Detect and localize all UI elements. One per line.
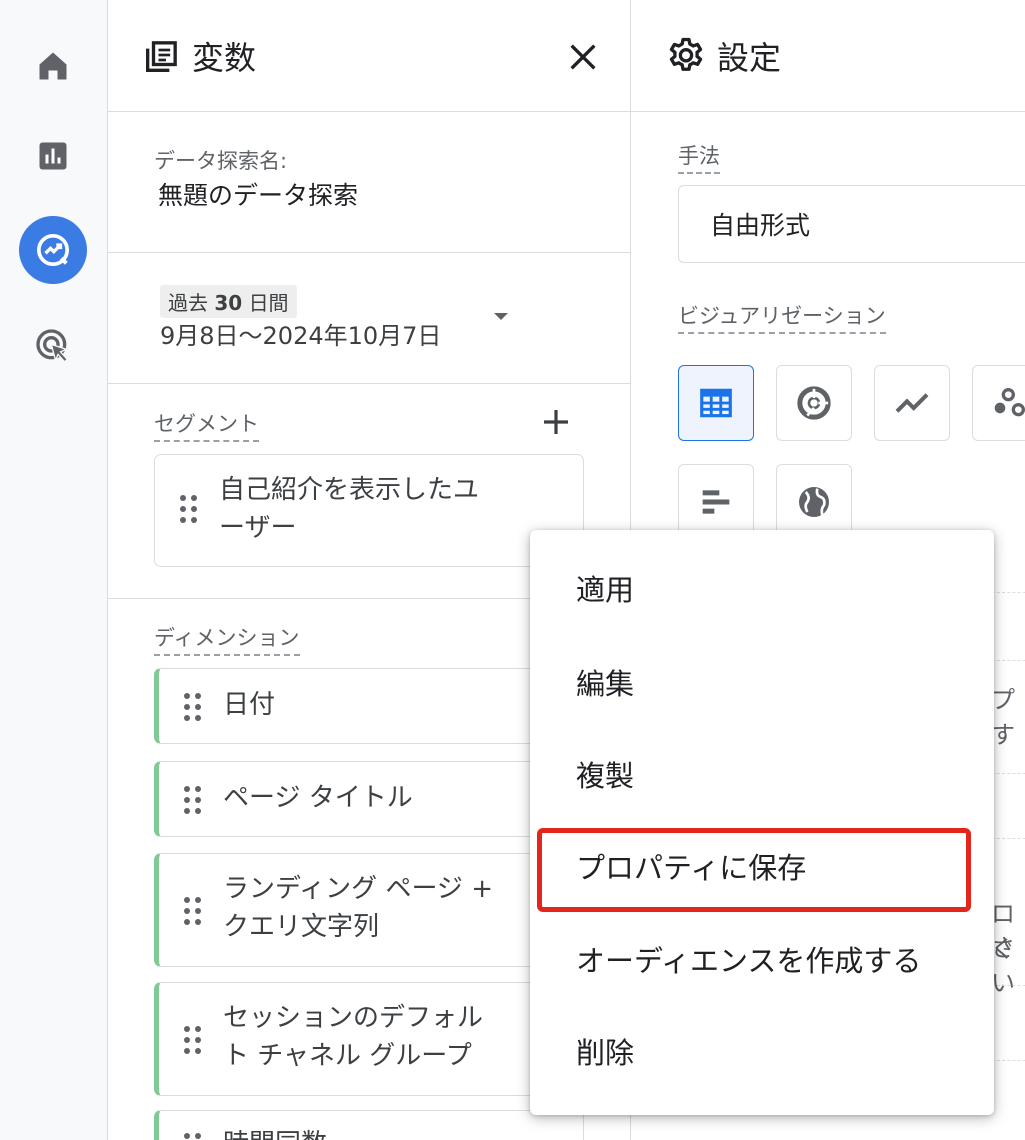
gear-icon xyxy=(669,37,703,71)
technique-select[interactable]: 自由形式 xyxy=(678,185,1025,263)
dimension-name: ランディング ページ + クエリ文字列 xyxy=(223,874,493,942)
segments-label: セグメント xyxy=(154,408,259,442)
dimension-item[interactable]: ページ タイトル xyxy=(154,761,584,837)
variables-header: 変数 xyxy=(108,0,630,112)
variables-title: 変数 xyxy=(192,39,257,77)
bar-chart-icon xyxy=(702,490,730,514)
divider xyxy=(108,252,630,253)
viz-scatter-button[interactable] xyxy=(972,365,1025,441)
nav-reports-button[interactable] xyxy=(19,122,87,190)
viz-table-button[interactable] xyxy=(678,365,754,441)
segment-context-menu: 適用 編集 複製 プロパティに保存 オーディエンスを作成する 削除 xyxy=(530,530,994,1115)
left-nav-rail xyxy=(0,0,108,1140)
drag-handle-icon[interactable] xyxy=(184,897,202,925)
menu-item-edit[interactable]: 編集 xyxy=(530,636,994,728)
date-preset-suffix: 日間 xyxy=(248,291,289,315)
viz-line-button[interactable] xyxy=(874,365,950,441)
dimension-name: ページ タイトル xyxy=(223,783,413,813)
add-segment-icon[interactable] xyxy=(540,406,572,438)
settings-title: 設定 xyxy=(717,39,782,77)
drag-handle-icon[interactable] xyxy=(184,693,202,721)
geo-map-icon xyxy=(799,487,829,517)
menu-item-create-audience[interactable]: オーディエンスを作成する xyxy=(530,913,994,1005)
app-root: 変数 データ探索名: 無題のデータ探索 過去 30 日間 9月8日～2024年1… xyxy=(0,0,1025,1140)
clipped-text: プす xyxy=(991,686,1015,749)
variables-icon xyxy=(146,41,177,72)
menu-item-delete[interactable]: 削除 xyxy=(530,1005,994,1097)
exploration-name-label: データ探索名: xyxy=(154,149,288,173)
donut-chart-icon xyxy=(797,386,831,420)
dimension-item[interactable]: セッションのデフォル ト チャネル グループ xyxy=(154,982,584,1096)
divider xyxy=(108,383,630,384)
viz-donut-button[interactable] xyxy=(776,365,852,441)
close-icon[interactable] xyxy=(566,40,600,74)
dimension-name: セッションのデフォル ト チャネル グループ xyxy=(223,1003,484,1071)
advertising-icon xyxy=(36,329,69,363)
date-preset-chip: 過去 30 日間 xyxy=(160,285,297,318)
dimension-item[interactable]: 日付 xyxy=(154,668,584,744)
drag-handle-icon[interactable] xyxy=(184,1133,202,1140)
viz-geo-button[interactable] xyxy=(776,464,852,540)
dimension-item[interactable]: ランディング ページ + クエリ文字列 xyxy=(154,853,584,967)
reports-icon xyxy=(39,142,67,170)
settings-header: 設定 xyxy=(631,0,1025,112)
visualization-label: ビジュアリゼーション xyxy=(678,300,886,334)
exploration-name[interactable]: 無題のデータ探索 xyxy=(158,176,358,212)
dimension-name: 日付 xyxy=(223,690,276,720)
dimension-name: 時間同数 xyxy=(223,1125,327,1140)
home-icon xyxy=(39,52,67,80)
nav-advertising-button[interactable] xyxy=(19,312,87,380)
menu-item-apply[interactable]: 適用 xyxy=(530,542,994,634)
date-preset-prefix: 過去 xyxy=(168,291,208,315)
explore-icon xyxy=(37,234,69,266)
drag-handle-icon[interactable] xyxy=(184,786,202,814)
date-preset-number: 30 xyxy=(214,291,243,315)
highlight-box xyxy=(537,828,971,912)
drag-handle-icon[interactable] xyxy=(184,1026,202,1054)
segment-name: 自己紹介を表示したユ ーザー xyxy=(219,475,480,543)
technique-value: 自由形式 xyxy=(710,211,811,240)
menu-item-duplicate[interactable]: 複製 xyxy=(530,728,994,820)
segment-card[interactable]: 自己紹介を表示したユ ーザー xyxy=(154,454,584,567)
nav-home-button[interactable] xyxy=(19,32,87,100)
dropdown-arrow-icon[interactable] xyxy=(491,310,511,324)
drag-handle-icon[interactable] xyxy=(180,495,198,523)
table-icon xyxy=(700,388,732,418)
scatter-icon xyxy=(994,388,1025,417)
technique-label: 手法 xyxy=(678,140,720,174)
viz-bar-button[interactable] xyxy=(678,464,754,540)
clipped-text: さい xyxy=(991,934,1015,997)
dimensions-label: ディメンション xyxy=(154,622,300,656)
dimension-item[interactable]: 時間同数 xyxy=(154,1110,584,1140)
nav-explore-button[interactable] xyxy=(19,216,87,284)
line-chart-icon xyxy=(895,393,929,413)
date-range[interactable]: 9月8日～2024年10月7日 xyxy=(160,316,441,351)
